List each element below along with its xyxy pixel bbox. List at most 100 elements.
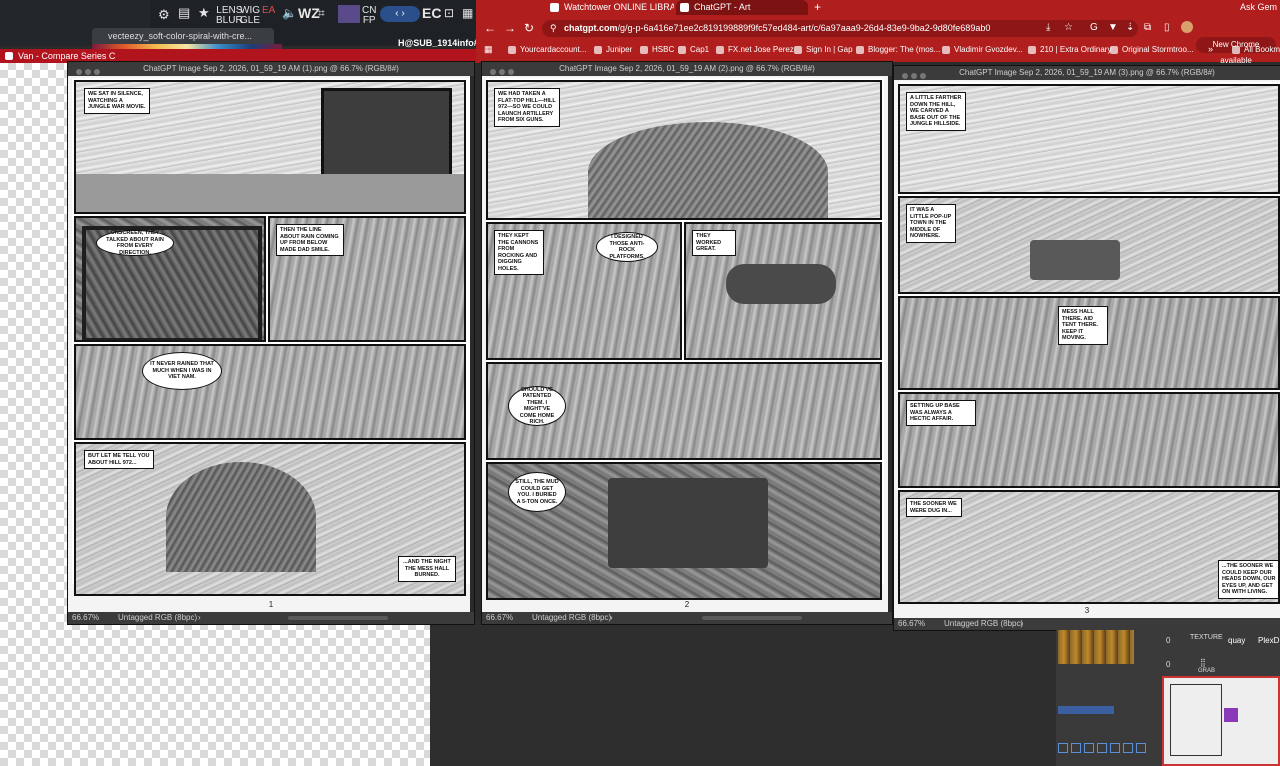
document-window-3[interactable]: ChatGPT Image Sep 2, 2026, 01_59_19 AM (… bbox=[894, 66, 1280, 630]
spiral-file-tab[interactable]: vecteezy_soft-color-spiral-with-cre... bbox=[92, 28, 274, 44]
bookmark-item[interactable]: Original Stormtroo... bbox=[1110, 44, 1194, 56]
bookmark-item[interactable]: Sign In | Gap bbox=[794, 44, 853, 56]
vertical-scrollbar[interactable] bbox=[470, 76, 474, 612]
window-controls[interactable] bbox=[488, 66, 518, 75]
all-bookmarks-folder[interactable]: All Bookm bbox=[1232, 44, 1280, 56]
document-window-2[interactable]: ChatGPT Image Sep 2, 2026, 01_59_19 AM (… bbox=[482, 62, 892, 624]
purple-tool-icon[interactable] bbox=[338, 5, 360, 23]
tab-chatgpt-art[interactable]: ChatGPT - Art bbox=[676, 0, 808, 15]
window-controls[interactable] bbox=[900, 70, 930, 79]
color-mode: Untagged RGB (8bpc) bbox=[944, 619, 1024, 628]
grid-icon[interactable]: ▦ bbox=[462, 7, 473, 19]
zoom-level[interactable]: 66.67% bbox=[898, 618, 925, 630]
grab-label[interactable]: GRAB bbox=[1198, 668, 1215, 674]
preview-thumbnail[interactable] bbox=[1162, 676, 1280, 766]
ea-button[interactable]: EA bbox=[262, 6, 275, 16]
panel-cannon-platform: They worked great. bbox=[684, 222, 882, 360]
lens-blur-button[interactable]: LENS BLUR bbox=[216, 6, 243, 26]
forward-icon[interactable]: → bbox=[504, 21, 516, 35]
url-domain: chatgpt.com bbox=[564, 23, 618, 33]
reload-icon[interactable]: ↻ bbox=[524, 21, 534, 35]
vertical-scrollbar[interactable] bbox=[888, 76, 892, 612]
zero-value: 0 bbox=[1166, 636, 1171, 645]
ask-gemini-button[interactable]: Ask Gem bbox=[1240, 0, 1277, 14]
frame-icon[interactable]: ⊡ bbox=[444, 7, 454, 19]
gear-icon[interactable]: ⚙ bbox=[158, 8, 170, 21]
bookmark-item[interactable]: FX.net Jose Perez bbox=[716, 44, 794, 56]
bookmark-item[interactable]: Yourcardaccount... bbox=[508, 44, 586, 56]
panel-artillery-hill: We had taken a flat-top hill—Hill 972—so… bbox=[486, 80, 882, 220]
status-arrow-icon[interactable]: › bbox=[198, 612, 201, 624]
star-icon[interactable]: ★ bbox=[198, 6, 210, 19]
apps-grid-icon[interactable]: ▦ bbox=[484, 44, 493, 55]
document-title[interactable]: ChatGPT Image Sep 2, 2026, 01_59_19 AM (… bbox=[482, 62, 892, 76]
prev-next-buttons[interactable]: ‹ › bbox=[380, 6, 420, 22]
extensions-puzzle-icon[interactable]: ⧉ bbox=[1144, 21, 1151, 35]
document-title[interactable]: ChatGPT Image Sep 2, 2026, 01_59_19 AM (… bbox=[68, 62, 474, 76]
ec-button[interactable]: EC bbox=[422, 6, 441, 20]
bookmark-item[interactable]: Cap1 bbox=[678, 44, 709, 56]
new-tab-button[interactable]: + bbox=[814, 0, 821, 14]
grab-icon[interactable]: ⣿ bbox=[1200, 658, 1206, 667]
zoom-level[interactable]: 66.67% bbox=[486, 612, 513, 624]
caption-box: The sooner we were dug in... bbox=[906, 498, 962, 517]
panel-dad-smile: Then the line about rain coming up from … bbox=[268, 216, 466, 342]
tab-label: ChatGPT - Art bbox=[694, 2, 751, 12]
bookmark-item[interactable]: HSBC bbox=[640, 44, 674, 56]
volume-icon[interactable]: 🔈 bbox=[282, 7, 297, 19]
cannon bbox=[726, 264, 836, 304]
caption-box: We sat in silence, watching a jungle war… bbox=[84, 88, 150, 114]
tool-panels: 0 TEXTURE quay PlexD 0 ⣿ GRAB 0 bbox=[1056, 630, 1280, 766]
profile-avatar[interactable] bbox=[1181, 21, 1193, 33]
window-controls[interactable] bbox=[74, 66, 104, 75]
horizontal-scrollbar[interactable] bbox=[702, 616, 802, 620]
panel-carved-base: A little farther down the hill, we carve… bbox=[898, 84, 1280, 194]
extension-download-icon[interactable]: ▼ bbox=[1108, 21, 1118, 35]
mini-tool-icons[interactable] bbox=[1058, 740, 1149, 758]
crop-icon[interactable]: ⌗ bbox=[318, 7, 325, 19]
sidepanel-icon[interactable]: ▯ bbox=[1164, 21, 1170, 35]
speech-bubble: I designed those anti-rock platforms. bbox=[596, 232, 658, 262]
caption-box: Setting up base was always a hectic affa… bbox=[906, 400, 976, 426]
document-window-1[interactable]: ChatGPT Image Sep 2, 2026, 01_59_19 AM (… bbox=[68, 62, 474, 624]
texture-swatch[interactable] bbox=[1058, 630, 1134, 664]
tab-watchtower[interactable]: Watchtower ONLINE LIBRARY bbox=[546, 0, 674, 15]
download-icon[interactable]: ⤓ bbox=[1046, 21, 1050, 35]
texture-label[interactable]: TEXTURE bbox=[1190, 634, 1223, 641]
slider-track[interactable] bbox=[1058, 706, 1114, 714]
panel-cannon-designer: They kept the cannons from rocking and d… bbox=[486, 222, 682, 360]
panel-mess-hall: Mess hall there. Aid tent there. Keep it… bbox=[898, 296, 1280, 390]
site-info-icon[interactable]: ⚲ bbox=[550, 20, 557, 37]
television bbox=[321, 88, 452, 180]
plex-label: PlexD bbox=[1258, 636, 1280, 645]
bookmark-star-icon[interactable]: ☆ bbox=[1064, 21, 1073, 35]
bookmark-item[interactable]: Juniper bbox=[594, 44, 632, 56]
sofa bbox=[76, 174, 464, 212]
ambulance bbox=[1030, 240, 1120, 280]
document-title-text: ChatGPT Image Sep 2, 2026, 01_59_19 AM (… bbox=[959, 68, 1215, 77]
panel-dad-speaks: It never rained that much when I was in … bbox=[74, 344, 466, 440]
document-title-text: ChatGPT Image Sep 2, 2026, 01_59_19 AM (… bbox=[143, 64, 399, 73]
color-mode: Untagged RGB (8bpc) bbox=[532, 613, 612, 622]
panel-truck-mud: Still, the mud could get you. I buried a… bbox=[486, 462, 882, 600]
bookmark-item[interactable]: 210 | Extra Ordinary bbox=[1028, 44, 1111, 56]
speech-bubble: Onscreen, they talked about rain from ev… bbox=[96, 230, 174, 256]
back-icon[interactable]: ← bbox=[484, 21, 496, 35]
document-icon[interactable]: ▤ bbox=[178, 6, 190, 19]
bookmarks-more-button[interactable]: » bbox=[1208, 44, 1213, 54]
cnfp-button[interactable]: CN FP bbox=[362, 6, 376, 26]
zoom-level[interactable]: 66.67% bbox=[72, 612, 99, 624]
caption-box: It was a little pop-up town in the middl… bbox=[906, 204, 956, 243]
bookmark-item[interactable]: Blogger: The (mos... bbox=[856, 44, 940, 56]
extension-g-icon[interactable]: G bbox=[1090, 21, 1098, 35]
browser-window: Watchtower ONLINE LIBRARY ChatGPT - Art … bbox=[476, 0, 1280, 65]
status-arrow-icon[interactable]: › bbox=[610, 612, 613, 624]
extension-save-icon[interactable]: ⇣ bbox=[1126, 21, 1134, 35]
status-arrow-icon[interactable]: › bbox=[1020, 618, 1023, 630]
wiggle-button[interactable]: WIG GLE bbox=[240, 6, 260, 26]
van-window-titlebar[interactable]: Van - Compare Series C bbox=[0, 49, 480, 63]
bookmark-item[interactable]: Vladimir Gvozdev... bbox=[942, 44, 1023, 56]
document-title[interactable]: ChatGPT Image Sep 2, 2026, 01_59_19 AM (… bbox=[894, 66, 1280, 80]
wz-button[interactable]: WZ bbox=[298, 6, 320, 20]
horizontal-scrollbar[interactable] bbox=[288, 616, 388, 620]
